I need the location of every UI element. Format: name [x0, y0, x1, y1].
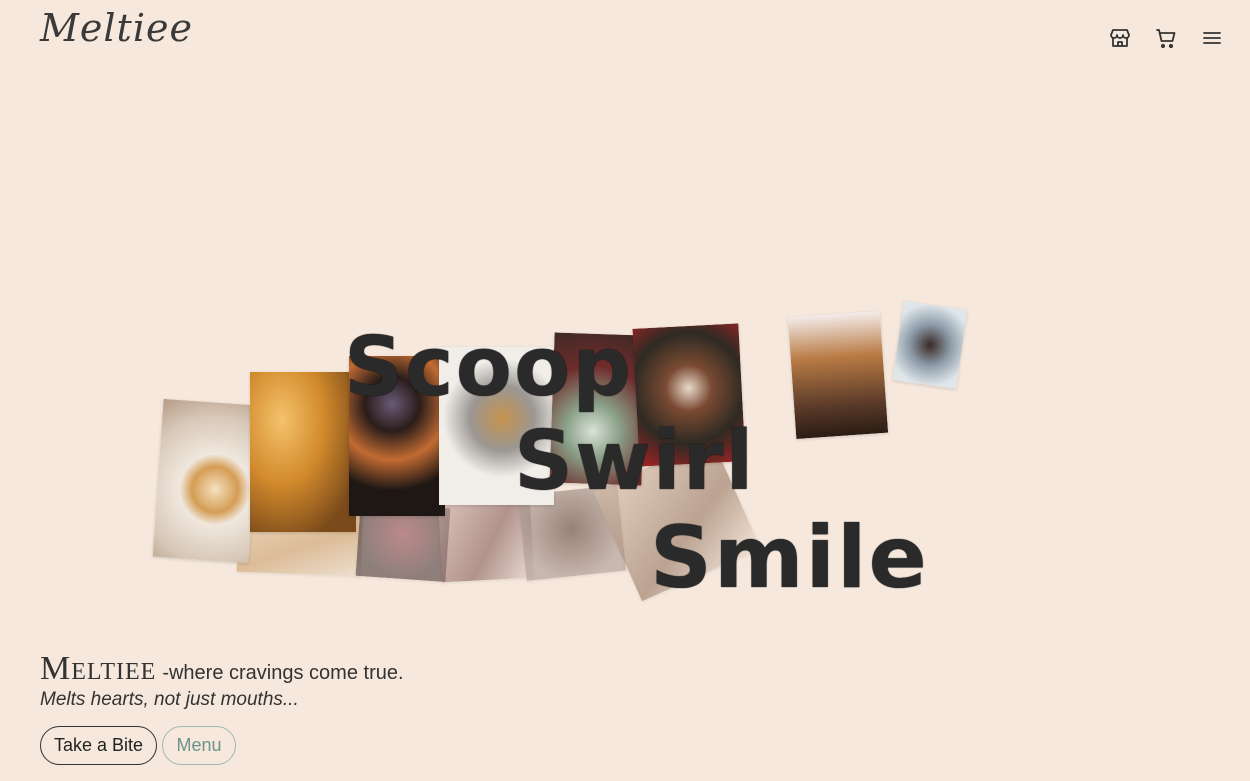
iced-latte-photo-fill — [787, 310, 889, 440]
dessert-plate-photo-fill — [892, 300, 968, 390]
croissants-photo — [250, 372, 356, 532]
subtagline: Melts hearts, not just mouths... — [40, 689, 299, 710]
intro-line: Meltiee -where cravings come true. — [40, 650, 404, 688]
tagline: -where cravings come true. — [162, 662, 404, 684]
hero-word-smile: Smile — [650, 508, 929, 608]
hero-word-swirl: Swirl — [514, 414, 756, 509]
cinnamon-rolls-photo — [152, 398, 260, 564]
brand-name: Meltiee — [40, 650, 157, 687]
menu-button[interactable]: Menu — [162, 726, 236, 765]
hero-word-scoop: Scoop — [344, 320, 634, 415]
take-a-bite-button[interactable]: Take a Bite — [40, 726, 157, 765]
iced-latte-photo — [787, 310, 889, 440]
dessert-plate-photo — [892, 300, 968, 390]
cinnamon-rolls-photo-fill — [152, 398, 260, 564]
croissants-photo-fill — [250, 372, 356, 532]
hero-collage: Scoop Swirl Smile — [0, 0, 1250, 640]
